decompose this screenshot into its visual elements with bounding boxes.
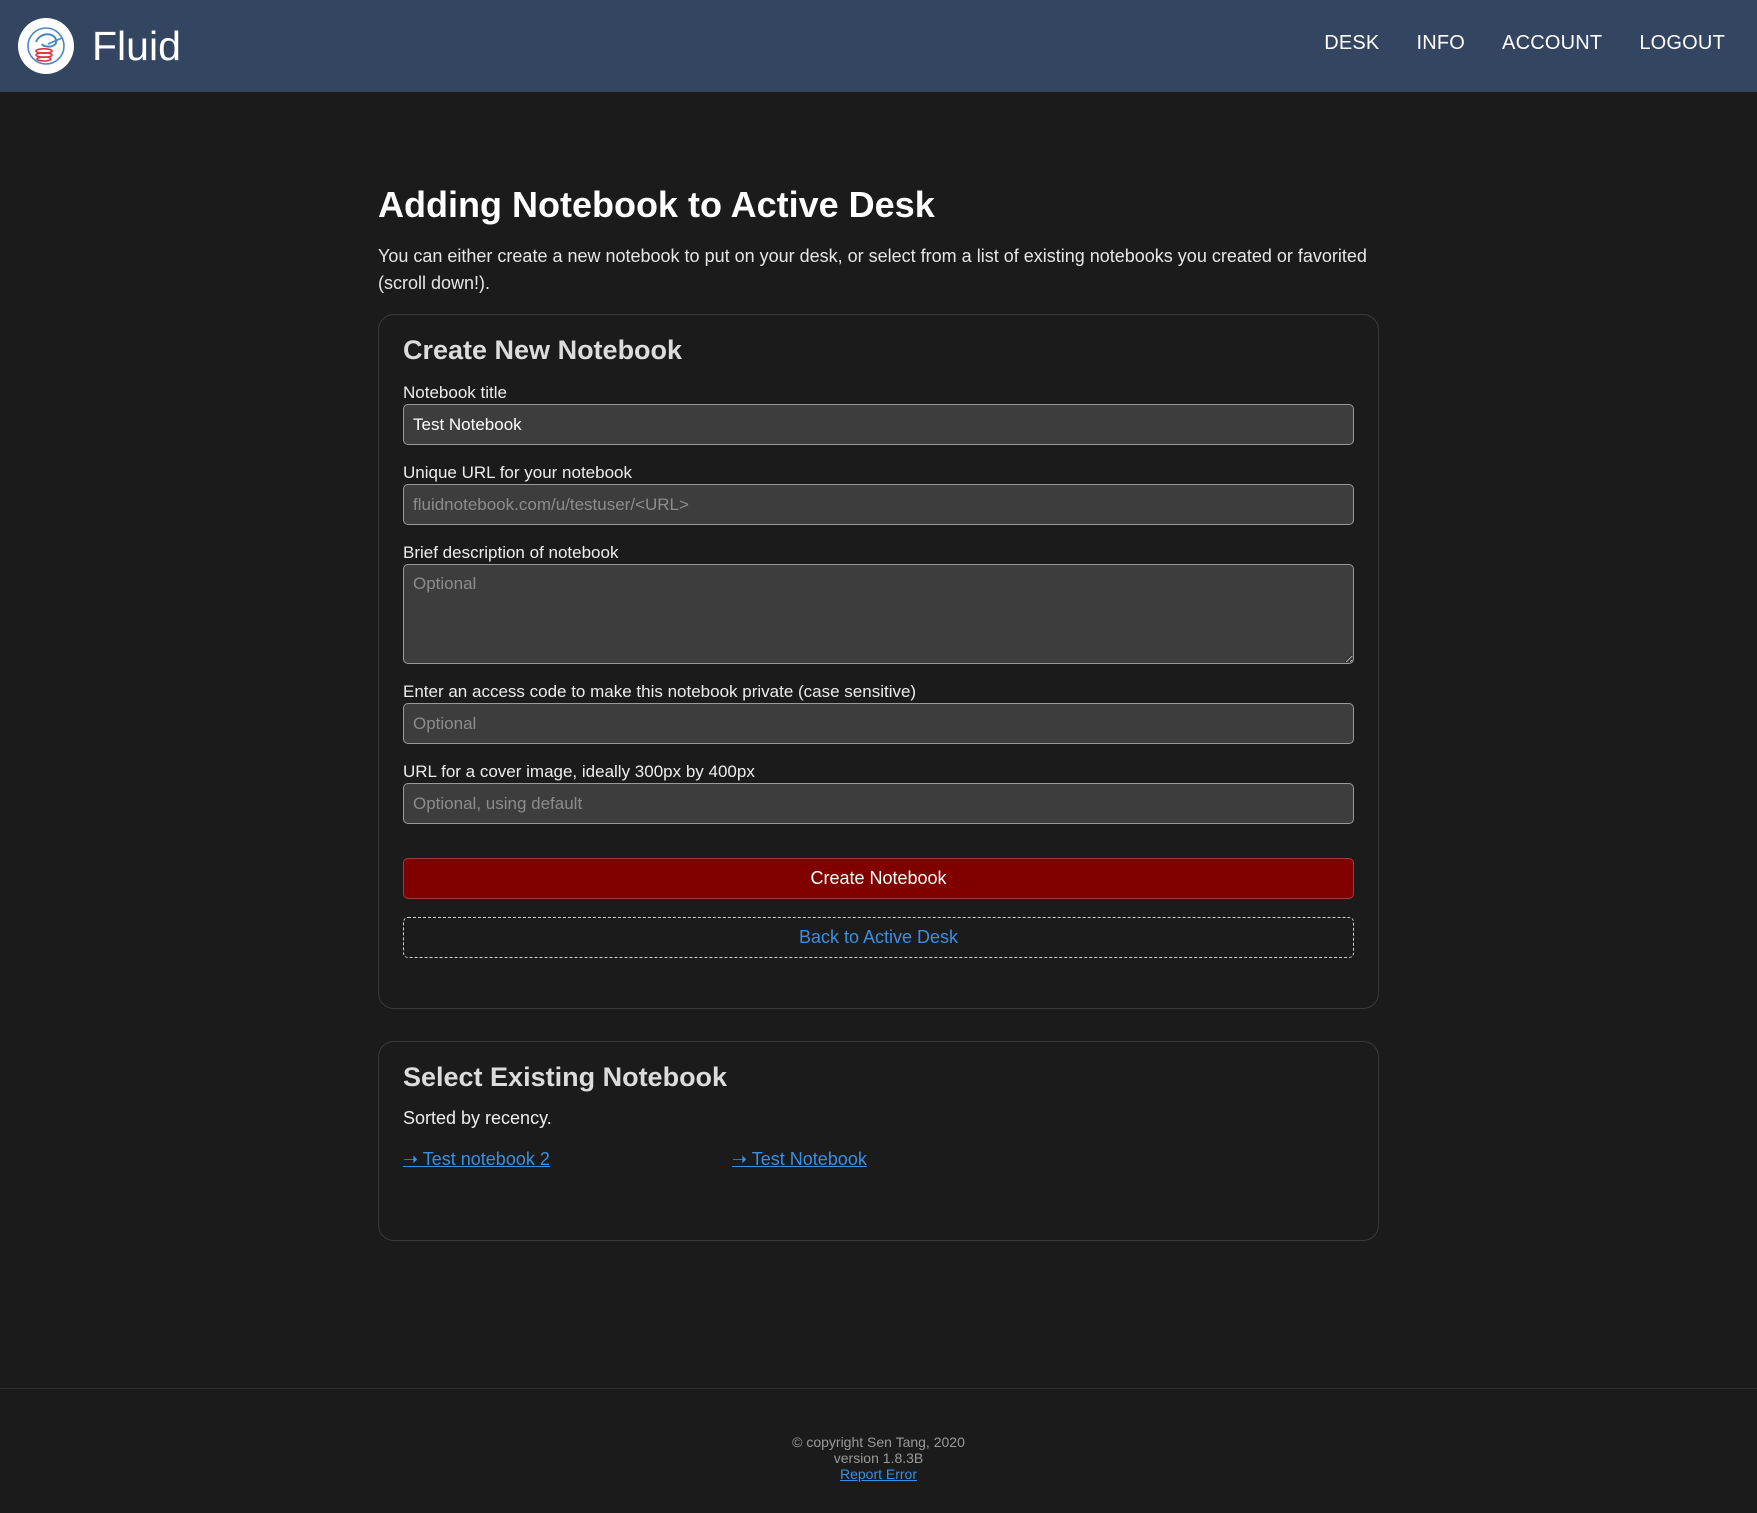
notebook-list: ➝ Test notebook 2 ➝ Test Notebook <box>403 1149 1354 1170</box>
page-footer: © copyright Sen Tang, 2020 version 1.8.3… <box>0 1388 1757 1513</box>
report-error-link[interactable]: Report Error <box>840 1466 917 1482</box>
select-existing-notebook-card: Select Existing Notebook Sorted by recen… <box>378 1041 1379 1241</box>
brand-name: Fluid <box>92 22 181 69</box>
nav-link-account[interactable]: ACCOUNT <box>1502 32 1602 55</box>
notebook-url-label: Unique URL for your notebook <box>403 463 633 482</box>
notebook-title-group: Notebook title <box>403 383 1354 445</box>
version-text: version 1.8.3B <box>833 1450 924 1466</box>
back-to-active-desk-link[interactable]: Back to Active Desk <box>403 917 1354 958</box>
notebook-description-textarea[interactable] <box>403 564 1354 664</box>
brand-home-link[interactable]: Fluid <box>18 18 181 74</box>
cover-image-group: URL for a cover image, ideally 300px by … <box>403 762 1354 824</box>
page-title: Adding Notebook to Active Desk <box>378 184 935 225</box>
notebook-link-test-notebook-2[interactable]: ➝ Test notebook 2 <box>403 1149 732 1170</box>
create-notebook-button[interactable]: Create Notebook <box>403 858 1354 899</box>
top-navbar: Fluid DESK INFO ACCOUNT LOGOUT <box>0 0 1757 92</box>
page-intro: You can either create a new notebook to … <box>378 246 1367 293</box>
notebook-title-label: Notebook title <box>403 383 507 402</box>
nav-link-logout[interactable]: LOGOUT <box>1639 32 1725 55</box>
access-code-input[interactable] <box>403 703 1354 744</box>
notebook-link-test-notebook[interactable]: ➝ Test Notebook <box>732 1149 1061 1170</box>
cover-image-input[interactable] <box>403 783 1354 824</box>
notebook-url-input[interactable] <box>403 484 1354 525</box>
access-code-label: Enter an access code to make this notebo… <box>403 682 917 701</box>
cover-image-label: URL for a cover image, ideally 300px by … <box>403 762 755 781</box>
nav-link-desk[interactable]: DESK <box>1324 32 1379 55</box>
nav-link-info[interactable]: INFO <box>1416 32 1465 55</box>
fluid-logo-icon <box>18 18 74 74</box>
access-code-group: Enter an access code to make this notebo… <box>403 682 1354 744</box>
create-notebook-heading: Create New Notebook <box>403 335 683 365</box>
notebook-description-group: Brief description of notebook <box>403 543 1354 664</box>
create-notebook-card: Create New Notebook Notebook title Uniqu… <box>378 314 1379 1009</box>
main-nav: DESK INFO ACCOUNT LOGOUT <box>1287 32 1725 55</box>
notebook-title-input[interactable] <box>403 404 1354 445</box>
select-existing-heading: Select Existing Notebook <box>403 1062 728 1092</box>
copyright-text: © copyright Sen Tang, 2020 <box>792 1434 965 1450</box>
main-content: Adding Notebook to Active Desk You can e… <box>378 92 1379 1241</box>
sorted-note: Sorted by recency. <box>403 1108 552 1128</box>
notebook-url-group: Unique URL for your notebook <box>403 463 1354 525</box>
notebook-description-label: Brief description of notebook <box>403 543 619 562</box>
